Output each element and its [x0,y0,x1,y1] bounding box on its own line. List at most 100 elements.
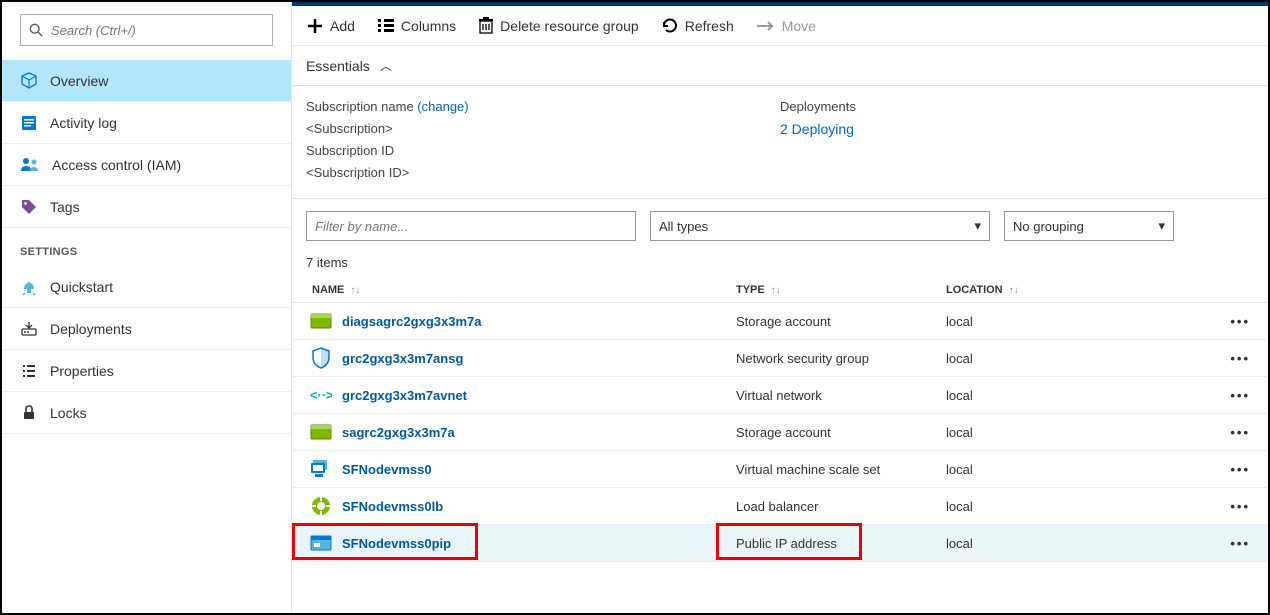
sidebar-item-label: Quickstart [50,279,113,295]
columns-icon [377,18,395,34]
types-value: All types [659,219,708,234]
table-row[interactable]: grc2gxg3x3m7ansgNetwork security grouplo… [292,340,1268,377]
sidebar-item-label: Deployments [50,321,132,337]
col-name[interactable]: NAME↑↓ [306,284,736,296]
sort-icon: ↑↓ [350,285,360,296]
sidebar-item-properties[interactable]: Properties [2,350,291,392]
resource-name-cell[interactable]: SFNodevmss0lb [306,495,736,517]
delete-icon [478,17,494,35]
resource-type-cell: Virtual machine scale set [736,462,946,477]
sidebar-item-iam[interactable]: Access control (IAM) [2,144,291,186]
add-label: Add [330,18,355,34]
overview-icon [20,72,38,90]
resource-type-cell: Virtual network [736,388,946,403]
resource-name-cell[interactable]: SFNodevmss0 [306,458,736,480]
iam-icon [20,156,40,174]
resource-name: grc2gxg3x3m7avnet [342,388,467,403]
table-row[interactable]: diagsagrc2gxg3x3m7aStorage accountlocal•… [292,303,1268,340]
deployments-value[interactable]: 2 Deploying [780,118,1254,142]
row-actions[interactable]: ••• [1146,351,1254,366]
sidebar-item-locks[interactable]: Locks [2,392,291,434]
table-row[interactable]: sagrc2gxg3x3m7a Storage accountlocal••• [292,414,1268,451]
resource-name-cell[interactable]: SFNodevmss0pip [306,532,736,554]
refresh-label: Refresh [685,18,734,34]
grouping-dropdown[interactable]: No grouping ▾ [1004,211,1174,241]
resource-icon: <··> [310,384,332,406]
resource-name: diagsagrc2gxg3x3m7a [342,314,481,329]
search-box[interactable] [20,14,273,46]
deployments-icon [20,320,38,338]
sidebar-item-overview[interactable]: Overview [2,60,291,102]
table-row[interactable]: SFNodevmss0pip Public IP addresslocal••• [292,525,1268,562]
search-input[interactable] [43,23,264,38]
move-button[interactable]: Move [756,18,816,34]
resource-name: SFNodevmss0pip [342,536,451,551]
properties-icon [20,362,38,380]
row-actions[interactable]: ••• [1146,462,1254,477]
resource-location-cell: local [946,388,1146,403]
deployments-label: Deployments [780,96,1254,118]
row-actions[interactable]: ••• [1146,314,1254,329]
resource-icon [310,458,332,480]
table-row[interactable]: SFNodevmss0Virtual machine scale setloca… [292,451,1268,488]
columns-label: Columns [401,18,456,34]
resource-icon [310,421,332,443]
resource-location-cell: local [946,536,1146,551]
resource-type-cell: Public IP address [736,536,946,551]
subscription-id-label: Subscription ID [306,140,780,162]
sidebar-item-quickstart[interactable]: Quickstart [2,266,291,308]
sidebar-item-label: Activity log [50,115,117,131]
subscription-id-value: <Subscription ID> [306,162,780,184]
resource-icon [310,347,332,369]
col-location[interactable]: LOCATION↑↓ [946,284,1146,296]
resource-name-cell[interactable]: sagrc2gxg3x3m7a [306,421,736,443]
tags-icon [20,198,38,216]
types-dropdown[interactable]: All types ▾ [650,211,990,241]
resource-name-cell[interactable]: diagsagrc2gxg3x3m7a [306,310,736,332]
table-row[interactable]: SFNodevmss0lbLoad balancerlocal••• [292,488,1268,525]
sidebar-item-label: Properties [50,363,114,379]
resource-name: sagrc2gxg3x3m7a [342,425,455,440]
columns-button[interactable]: Columns [377,18,456,34]
essentials-toggle[interactable]: Essentials ︿ [292,46,1268,86]
change-link[interactable]: (change) [417,99,468,114]
resource-name: SFNodevmss0lb [342,499,443,514]
sidebar-item-tags[interactable]: Tags [2,186,291,228]
items-count: 7 items [292,251,1268,278]
grouping-value: No grouping [1013,219,1084,234]
refresh-icon [661,17,679,35]
sidebar-item-label: Access control (IAM) [52,157,181,173]
sidebar-item-activity-log[interactable]: Activity log [2,102,291,144]
resource-name: grc2gxg3x3m7ansg [342,351,463,366]
resource-icon [310,495,332,517]
resource-type-cell: Storage account [736,425,946,440]
row-actions[interactable]: ••• [1146,499,1254,514]
resource-location-cell: local [946,351,1146,366]
sidebar-item-label: Locks [50,405,87,421]
sidebar: Overview Activity log Access control (IA… [2,2,292,613]
resource-name-cell[interactable]: <··> grc2gxg3x3m7avnet [306,384,736,406]
row-actions[interactable]: ••• [1146,425,1254,440]
refresh-button[interactable]: Refresh [661,17,734,35]
sidebar-item-label: Tags [50,199,80,215]
resource-name-cell[interactable]: grc2gxg3x3m7ansg [306,347,736,369]
table-header: NAME↑↓ TYPE↑↓ LOCATION↑↓ [292,278,1268,303]
add-button[interactable]: Add [306,17,355,35]
row-actions[interactable]: ••• [1146,388,1254,403]
resource-location-cell: local [946,425,1146,440]
essentials-label: Essentials [306,58,370,74]
table-row[interactable]: <··> grc2gxg3x3m7avnet Virtual networkloca… [292,377,1268,414]
sidebar-item-deployments[interactable]: Deployments [2,308,291,350]
sort-icon: ↑↓ [771,285,781,296]
col-type[interactable]: TYPE↑↓ [736,284,946,296]
main-panel: Add Columns Delete resource group Refres… [292,2,1268,613]
delete-label: Delete resource group [500,18,639,34]
row-actions[interactable]: ••• [1146,536,1254,551]
add-icon [306,17,324,35]
delete-button[interactable]: Delete resource group [478,17,639,35]
svg-text:<··>: <··> [310,388,332,403]
move-icon [756,19,776,33]
filter-input[interactable] [306,211,636,241]
quickstart-icon [20,278,38,296]
resource-icon [310,310,332,332]
